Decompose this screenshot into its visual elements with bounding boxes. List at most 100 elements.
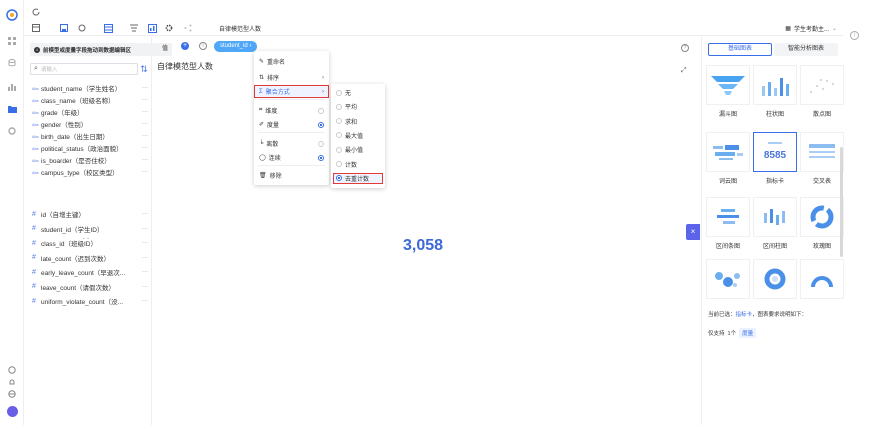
gauge-icon	[800, 259, 844, 299]
field-item[interactable]: Abc campus_type（校区类型） ···	[32, 167, 148, 177]
chart-icon[interactable]	[5, 80, 19, 94]
menu-item-rename[interactable]: ✎ 重命名	[254, 55, 329, 68]
menu-item-remove[interactable]: 🗑 移除	[254, 169, 329, 182]
chart-type-funnel[interactable]: 漏斗图	[706, 65, 750, 118]
chart-type-range-column[interactable]: 区间柱图	[753, 197, 797, 250]
search-input[interactable]: ⌕ 请输入	[30, 63, 138, 75]
aggregation-option[interactable]: 最小值	[333, 144, 383, 155]
layout-icon[interactable]	[30, 22, 42, 34]
aggregation-option[interactable]: 最大值	[333, 130, 383, 141]
more-icon[interactable]: ···	[140, 121, 148, 127]
chart-type-icon[interactable]	[146, 22, 158, 34]
chart-type-wordcloud[interactable]: 词云图	[706, 132, 750, 185]
save-icon[interactable]	[58, 22, 70, 34]
more-icon[interactable]: ···	[140, 157, 148, 163]
settings-icon[interactable]	[5, 124, 19, 138]
user-menu[interactable]: ▦ 学生考勤主... ⌄	[785, 24, 837, 33]
chart-type-scatter[interactable]: 散点图	[800, 65, 844, 118]
menu-item-aggregation[interactable]: Σ 聚合方式 ›	[254, 85, 329, 98]
add-field-icon[interactable]: ⇅	[139, 64, 149, 74]
database-icon[interactable]	[5, 56, 19, 70]
grid-icon[interactable]	[5, 34, 19, 48]
field-item[interactable]: # early_leave_count（早退次... ···	[32, 267, 148, 278]
chart-type-bubble[interactable]	[706, 259, 750, 303]
avatar[interactable]	[5, 404, 19, 418]
field-item[interactable]: # student_id（学生ID） ···	[32, 224, 148, 234]
aggregation-option-label: 去重计数	[345, 176, 370, 183]
field-chip-student-id[interactable]: student_id ›	[214, 41, 258, 52]
radio-icon[interactable]	[318, 107, 324, 114]
more-icon[interactable]: ···	[140, 226, 148, 232]
field-name: birth_date（出生日期）	[41, 134, 109, 141]
tab-basic-charts[interactable]: 基础图表	[708, 43, 772, 56]
menu-item-sort[interactable]: ⇅ 排序 ›	[254, 71, 329, 84]
more-icon[interactable]: ···	[140, 284, 148, 290]
more-icon[interactable]: ···	[140, 97, 148, 103]
radio-icon[interactable]	[318, 154, 324, 161]
field-item[interactable]: Abc grade（年级） ···	[32, 107, 148, 117]
field-item[interactable]: Abc class_name（班级名称） ···	[32, 95, 148, 105]
menu-item-label: 移除	[269, 174, 282, 180]
undo-icon[interactable]	[76, 22, 88, 34]
field-item[interactable]: # leave_count（请假次数） ···	[32, 282, 148, 292]
chart-type-crosstab[interactable]: 交叉表	[800, 132, 844, 185]
field-item[interactable]: Abc birth_date（出生日期） ···	[32, 131, 148, 141]
field-item[interactable]: Abc political_status（政治面貌） ···	[32, 143, 148, 153]
field-item[interactable]: # id（自增主键） ···	[32, 209, 148, 220]
menu-item-continuous[interactable]: ◯ 连续	[254, 151, 329, 164]
more-icon[interactable]: ···	[140, 169, 148, 175]
more-icon[interactable]: ···	[140, 240, 148, 246]
chart-type-rose[interactable]: 玫瑰图	[800, 197, 844, 250]
field-item[interactable]: Abc student_name（学生姓名） ···	[32, 83, 148, 93]
more-icon[interactable]: ···	[140, 211, 148, 217]
filter-icon[interactable]	[128, 22, 140, 34]
folder-icon[interactable]	[5, 102, 19, 116]
more-icon[interactable]: ···	[140, 133, 148, 139]
field-item[interactable]: Abc gender（性别） ···	[32, 119, 148, 129]
more-icon[interactable]: ···	[140, 145, 148, 151]
chart-type-bar-chart[interactable]: 柱状图	[753, 65, 797, 118]
aggregation-option[interactable]: 无	[333, 87, 383, 98]
field-item[interactable]: # class_id（班级ID） ···	[32, 238, 148, 249]
menu-item-dimension[interactable]: ⌗ 维度	[254, 104, 329, 117]
help-icon[interactable]: ?	[681, 44, 689, 52]
add-value-icon[interactable]: +	[181, 42, 189, 50]
radio-icon[interactable]	[318, 121, 324, 128]
field-item[interactable]: # late_count（迟到次数） ···	[32, 253, 148, 263]
info-icon[interactable]: i	[199, 42, 207, 50]
field-name: uniform_violate_count（没...	[41, 299, 124, 306]
table-icon[interactable]	[102, 22, 114, 34]
field-item[interactable]: Abc is_boarder（是否住校） ···	[32, 155, 148, 165]
dashboard-icon: ▦	[785, 26, 791, 32]
left-rail	[0, 0, 24, 425]
app-logo-icon[interactable]	[5, 8, 19, 22]
gear-icon[interactable]	[163, 22, 175, 34]
chart-name-label[interactable]: 自律模范型人数	[219, 24, 261, 33]
aggregation-option[interactable]: 平均	[333, 101, 383, 112]
menu-item-measure[interactable]: ✐ 度量	[254, 118, 329, 131]
more-icon[interactable]: ···	[140, 255, 148, 261]
language-icon[interactable]	[5, 387, 19, 401]
field-name: class_name（班级名称）	[41, 98, 115, 105]
chart-type-ring[interactable]	[753, 259, 797, 303]
dimension-icon: ⌗	[259, 107, 263, 113]
chart-type-gauge[interactable]	[800, 259, 844, 303]
info-icon[interactable]: i	[850, 31, 859, 40]
menu-item-discrete[interactable]: ╘ 离散	[254, 137, 329, 150]
field-item[interactable]: # uniform_violate_count（没... ···	[32, 296, 148, 307]
refresh-icon[interactable]	[30, 6, 42, 18]
aggregation-option[interactable]: 去重计数	[333, 172, 383, 184]
more-icon[interactable]: ···	[140, 298, 148, 304]
collapse-panel-button[interactable]: ×	[686, 224, 700, 240]
more-icon[interactable]: ···	[140, 269, 148, 275]
radio-icon[interactable]	[318, 140, 324, 147]
share-icon[interactable]	[182, 22, 194, 34]
tab-smart-charts[interactable]: 智能分析图表	[774, 43, 838, 56]
more-icon[interactable]: ···	[140, 85, 148, 91]
fullscreen-icon[interactable]: ⤢	[681, 67, 689, 75]
aggregation-option[interactable]: 计数	[333, 159, 383, 170]
aggregation-option[interactable]: 求和	[333, 116, 383, 127]
chart-type-kpi-card[interactable]: 8585 指标卡	[753, 132, 797, 185]
chart-type-range-bar[interactable]: 区间条图	[706, 197, 750, 250]
more-icon[interactable]: ···	[140, 109, 148, 115]
